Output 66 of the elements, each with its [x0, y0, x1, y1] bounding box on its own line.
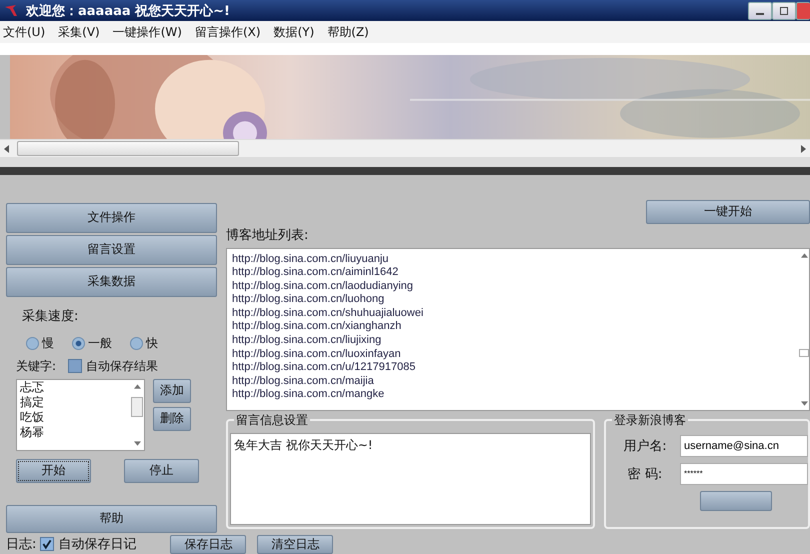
- list-item[interactable]: 搞定: [20, 394, 130, 410]
- list-item[interactable]: http://blog.sina.com.cn/u/1217917085: [232, 361, 799, 375]
- list-item[interactable]: http://blog.sina.com.cn/aiminl1642: [232, 266, 799, 280]
- maximize-button[interactable]: [772, 2, 796, 20]
- group-title: 登录新浪博客: [612, 412, 688, 428]
- start-button[interactable]: 开始: [16, 458, 91, 482]
- section-button[interactable]: 文件操作: [6, 202, 217, 232]
- message-text-area[interactable]: 兔年大吉 祝你天天开心~!: [230, 432, 591, 524]
- list-item[interactable]: http://blog.sina.com.cn/luohong: [232, 293, 799, 307]
- auto-save-results-checkbox[interactable]: 自动保存结果: [68, 358, 158, 374]
- speed-radio[interactable]: 慢: [26, 334, 54, 352]
- menu-item[interactable]: 帮助(Z): [327, 24, 369, 41]
- list-item[interactable]: http://blog.sina.com.cn/maijia: [232, 374, 799, 388]
- list-item[interactable]: http://blog.sina.com.cn/luoxinfayan: [232, 348, 799, 362]
- group-title: 留言信息设置: [234, 412, 310, 428]
- list-item[interactable]: 吃饭: [20, 410, 130, 424]
- speed-radio[interactable]: 快: [130, 334, 158, 352]
- list-item[interactable]: http://blog.sina.com.cn/xianghanzh: [232, 320, 799, 334]
- speed-radio[interactable]: 一般: [72, 334, 112, 352]
- up-arrow-icon[interactable]: [800, 252, 808, 258]
- log-label: 日志:: [6, 536, 36, 554]
- auto-save-log-checkbox[interactable]: 自动保存日记: [40, 535, 136, 554]
- one-click-start-button[interactable]: 一键开始: [646, 200, 810, 224]
- stop-button[interactable]: 停止: [124, 458, 199, 482]
- clear-log-button[interactable]: 清空日志: [257, 534, 334, 554]
- blog-list-label: 博客地址列表:: [226, 226, 310, 244]
- login-button[interactable]: [700, 490, 772, 510]
- blog-url-list[interactable]: [226, 248, 810, 410]
- menu-item[interactable]: 留言操作(X): [194, 24, 261, 41]
- list-item[interactable]: http://blog.sina.com.cn/liujixing: [232, 334, 799, 348]
- section-button[interactable]: 采集数据: [6, 266, 217, 296]
- minimize-icon: [756, 12, 764, 15]
- menu-item[interactable]: 文件(U): [3, 24, 46, 41]
- right-arrow-icon[interactable]: [801, 144, 806, 153]
- maximize-icon: [779, 6, 789, 16]
- app-icon: [4, 4, 18, 18]
- save-log-button[interactable]: 保存日志: [170, 534, 246, 554]
- up-arrow-icon[interactable]: [134, 384, 140, 388]
- down-arrow-icon[interactable]: [134, 440, 140, 446]
- list-item[interactable]: http://blog.sina.com.cn/liuyuanju: [232, 252, 799, 266]
- help-button[interactable]: 帮助: [6, 504, 217, 532]
- checkmark-icon: [41, 538, 54, 550]
- list-item[interactable]: http://blog.sina.com.cn/laodudianying: [232, 280, 799, 294]
- horizontal-scrollbar[interactable]: [0, 139, 810, 157]
- list-item[interactable]: http://blog.sina.com.cn/mangke: [232, 388, 799, 402]
- window-title: 欢迎您：aaaaaa 祝您天天开心~!: [26, 2, 230, 20]
- menu-item[interactable]: 数据(Y): [274, 24, 314, 41]
- keyword-list[interactable]: 忐忑 搞定 吃饭 杨幂: [16, 378, 145, 450]
- menu-item[interactable]: 采集(V): [58, 24, 100, 41]
- left-arrow-icon[interactable]: [4, 144, 9, 153]
- list-item[interactable]: http://blog.sina.com.cn/shuhuajialuowei: [232, 306, 799, 320]
- password-field[interactable]: ******: [680, 462, 808, 484]
- password-label: 密 码:: [626, 466, 664, 482]
- list-item[interactable]: 忐忑: [20, 380, 130, 394]
- username-label: 用户名:: [622, 438, 668, 454]
- menu-item[interactable]: 一键操作(W): [112, 24, 182, 41]
- username-field[interactable]: username@sina.cn: [680, 434, 808, 456]
- close-button[interactable]: [796, 2, 810, 20]
- down-arrow-icon[interactable]: [800, 400, 808, 406]
- keyword-label: 关键字:: [16, 358, 56, 374]
- delete-button[interactable]: 删除: [153, 406, 191, 430]
- add-button[interactable]: 添加: [153, 378, 191, 402]
- list-item[interactable]: 杨幂: [20, 424, 130, 440]
- speed-label: 采集速度:: [22, 308, 80, 324]
- section-button[interactable]: 留言设置: [6, 234, 217, 264]
- minimize-button[interactable]: [748, 2, 772, 20]
